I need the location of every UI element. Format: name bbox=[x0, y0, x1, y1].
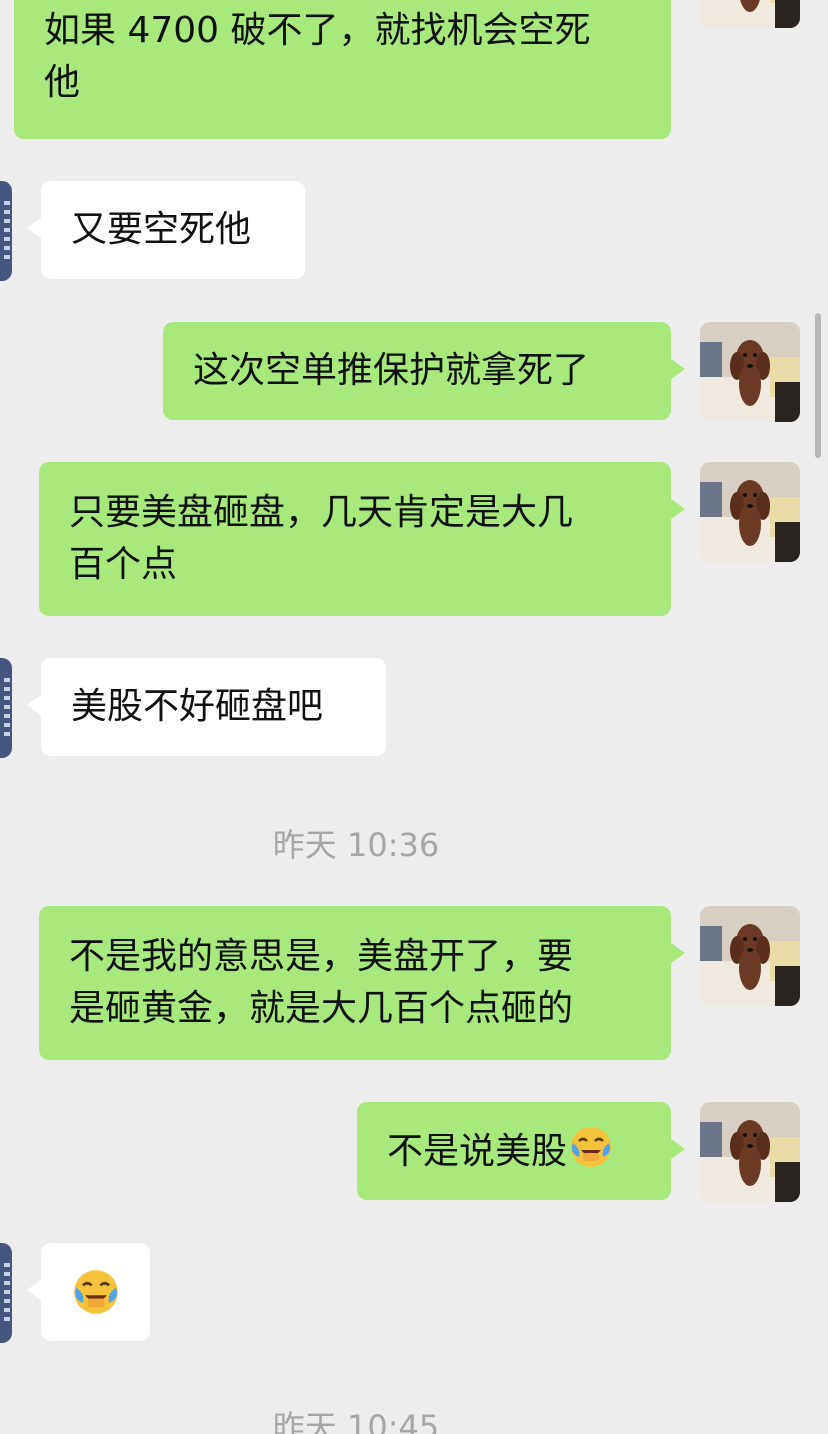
scrollbar[interactable] bbox=[815, 313, 821, 458]
message-text: 又要空死他 bbox=[71, 209, 252, 250]
message-text: 这次空单推保护就拿死了 bbox=[193, 350, 590, 391]
message-bubble-self[interactable]: 不是说美股 bbox=[357, 1102, 685, 1200]
self-avatar[interactable] bbox=[700, 906, 800, 1006]
message-text: 如果 4700 破不了，就找机会空死 bbox=[44, 9, 591, 51]
message-text: 只要美盘砸盘，几天肯定是大几 bbox=[69, 492, 574, 533]
self-avatar[interactable] bbox=[700, 0, 800, 28]
crying-laughing-emoji-icon bbox=[571, 1126, 612, 1167]
message-bubble-self[interactable]: 这次空单推保护就拿死了 bbox=[163, 322, 685, 420]
dachshund-avatar-icon bbox=[700, 322, 800, 422]
timestamp: 昨天 10:36 bbox=[272, 826, 440, 864]
message-text: 是砸黄金，就是大几百个点砸的 bbox=[69, 988, 574, 1029]
blue-avatar-partial-icon bbox=[4, 1263, 10, 1323]
crying-laughing-emoji-icon bbox=[73, 1270, 118, 1314]
message-text: 百个点 bbox=[69, 544, 178, 585]
self-avatar[interactable] bbox=[700, 1102, 800, 1202]
message-text: 不是我的意思是，美盘开了，要 bbox=[69, 936, 574, 977]
chat-view[interactable]: 如果 4700 破不了，就找机会空死 他 又要空死他 这次空单推保护就拿死了 只… bbox=[0, 0, 828, 1434]
dachshund-avatar-icon bbox=[700, 462, 800, 562]
dachshund-avatar-icon bbox=[700, 906, 800, 1006]
other-avatar[interactable] bbox=[0, 181, 12, 281]
message-bubble-other[interactable]: 又要空死他 bbox=[27, 181, 305, 279]
timestamp: 昨天 10:45 bbox=[272, 1408, 440, 1434]
dachshund-avatar-icon bbox=[700, 0, 800, 28]
blue-avatar-partial-icon bbox=[4, 201, 10, 261]
other-avatar[interactable] bbox=[0, 658, 12, 758]
self-avatar[interactable] bbox=[700, 462, 800, 562]
message-bubble-self[interactable]: 只要美盘砸盘，几天肯定是大几 百个点 bbox=[39, 462, 685, 616]
message-text: 他 bbox=[44, 61, 81, 103]
message-bubble-other[interactable] bbox=[27, 1243, 150, 1341]
dachshund-avatar-icon bbox=[700, 1102, 800, 1202]
other-avatar[interactable] bbox=[0, 1243, 12, 1343]
message-bubble-self[interactable]: 不是我的意思是，美盘开了，要 是砸黄金，就是大几百个点砸的 bbox=[39, 906, 685, 1060]
blue-avatar-partial-icon bbox=[4, 678, 10, 738]
message-text: 美股不好砸盘吧 bbox=[71, 686, 324, 727]
message-bubble-other[interactable]: 美股不好砸盘吧 bbox=[27, 658, 386, 756]
message-bubble-self[interactable]: 如果 4700 破不了，就找机会空死 他 bbox=[14, 0, 671, 139]
message-text: 不是说美股 bbox=[387, 1130, 568, 1172]
self-avatar[interactable] bbox=[700, 322, 800, 422]
